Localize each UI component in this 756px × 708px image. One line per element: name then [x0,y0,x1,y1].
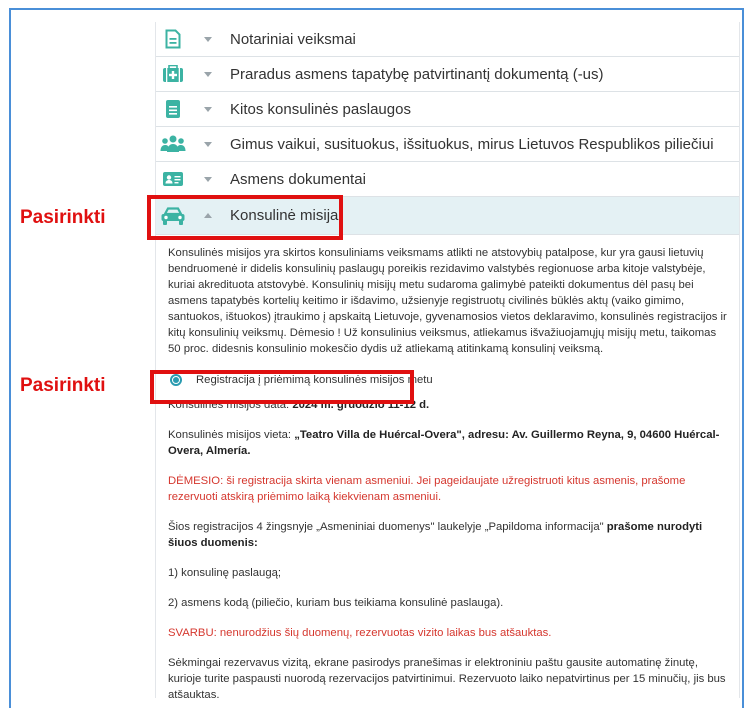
accordion-label: Asmens dokumentai [230,170,366,188]
accordion-label: Notariniai veiksmai [230,30,356,48]
accordion-item-notarial[interactable]: Notariniai veiksmai [156,22,739,57]
accordion-item-civil-events[interactable]: Gimus vaikui, susituokus, išsituokus, mi… [156,127,739,162]
accordion-label: Kitos konsulinės paslaugos [230,100,411,118]
success-info: Sėkmingai rezervavus vizitą, ekrane pasi… [168,657,726,698]
accordion-item-personal-documents[interactable]: Asmens dokumentai [156,162,739,197]
id-card-icon [160,168,186,190]
required-item-personal-code: 2) asmens kodą (piliečio, kuriam bus tei… [168,597,504,609]
accordion-label: Praradus asmens tapatybę patvirtinantį d… [230,65,604,83]
document-icon [160,28,186,50]
accordion-item-other-services[interactable]: Kitos konsulinės paslaugos [156,92,739,127]
mission-place: Konsulinės misijos vieta: „Teatro Villa … [168,429,720,457]
chevron-down-icon [204,106,212,112]
consular-services-panel: Notariniai veiksmai Praradus asmens tapa… [155,22,740,698]
chevron-down-icon [204,36,212,42]
consular-mission-details: Konsulinės misijos yra skirtos konsulini… [156,235,739,698]
warning-text: DĖMESIO: ši registracija skirta vienam a… [168,475,686,503]
required-item-service: 1) konsulinę paslaugą; [168,567,282,579]
accordion-item-lost-documents[interactable]: Praradus asmens tapatybę patvirtinantį d… [156,57,739,92]
step-instruction: Šios registracijos 4 žingsnyje „Asmenini… [168,521,703,549]
highlight-registration-option [150,370,414,404]
accordion-label: Gimus vaikui, susituokus, išsituokus, mi… [230,135,714,153]
important-notice: SVARBU: nenurodžius šių duomenų, rezervu… [168,627,552,639]
chevron-down-icon [204,176,212,182]
callout-choose-mission: Pasirinkti [20,207,106,228]
chevron-down-icon [204,141,212,147]
callout-choose-registration: Pasirinkti [20,375,106,396]
medical-kit-icon [160,63,186,85]
users-icon [160,133,186,155]
note-icon [160,98,186,120]
chevron-down-icon [204,71,212,77]
highlight-mission-row [147,195,343,240]
mission-description: Konsulinės misijos yra skirtos konsulini… [168,247,727,355]
